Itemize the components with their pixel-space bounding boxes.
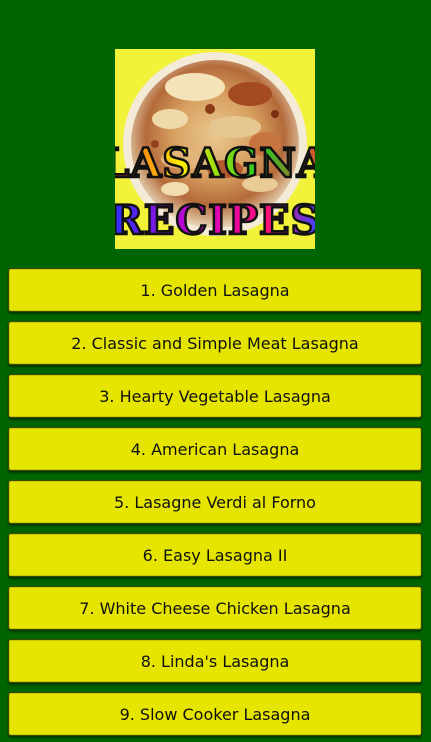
recipe-button[interactable]: 4. American Lasagna (8, 427, 422, 471)
recipe-list: 1. Golden Lasagna 2. Classic and Simple M… (8, 268, 422, 742)
recipe-button[interactable]: 6. Easy Lasagna II (8, 533, 422, 577)
lasagna-recipes-logo: LASAGNA RECIPES (115, 49, 315, 249)
recipe-button[interactable]: 5. Lasagne Verdi al Forno (8, 480, 422, 524)
recipe-button[interactable]: 7. White Cheese Chicken Lasagna (8, 586, 422, 630)
app-screen: LASAGNA RECIPES 1. Golden Lasagna 2. Clas… (0, 0, 431, 742)
recipe-button[interactable]: 2. Classic and Simple Meat Lasagna (8, 321, 422, 365)
recipe-button[interactable]: 8. Linda's Lasagna (8, 639, 422, 683)
logo-line2: RECIPES (115, 197, 315, 244)
lasagna-photo-icon: LASAGNA RECIPES (115, 49, 315, 249)
recipe-button[interactable]: 1. Golden Lasagna (8, 268, 422, 312)
recipe-button[interactable]: 3. Hearty Vegetable Lasagna (8, 374, 422, 418)
recipe-button[interactable]: 9. Slow Cooker Lasagna (8, 692, 422, 736)
logo-line1: LASAGNA (115, 140, 315, 187)
